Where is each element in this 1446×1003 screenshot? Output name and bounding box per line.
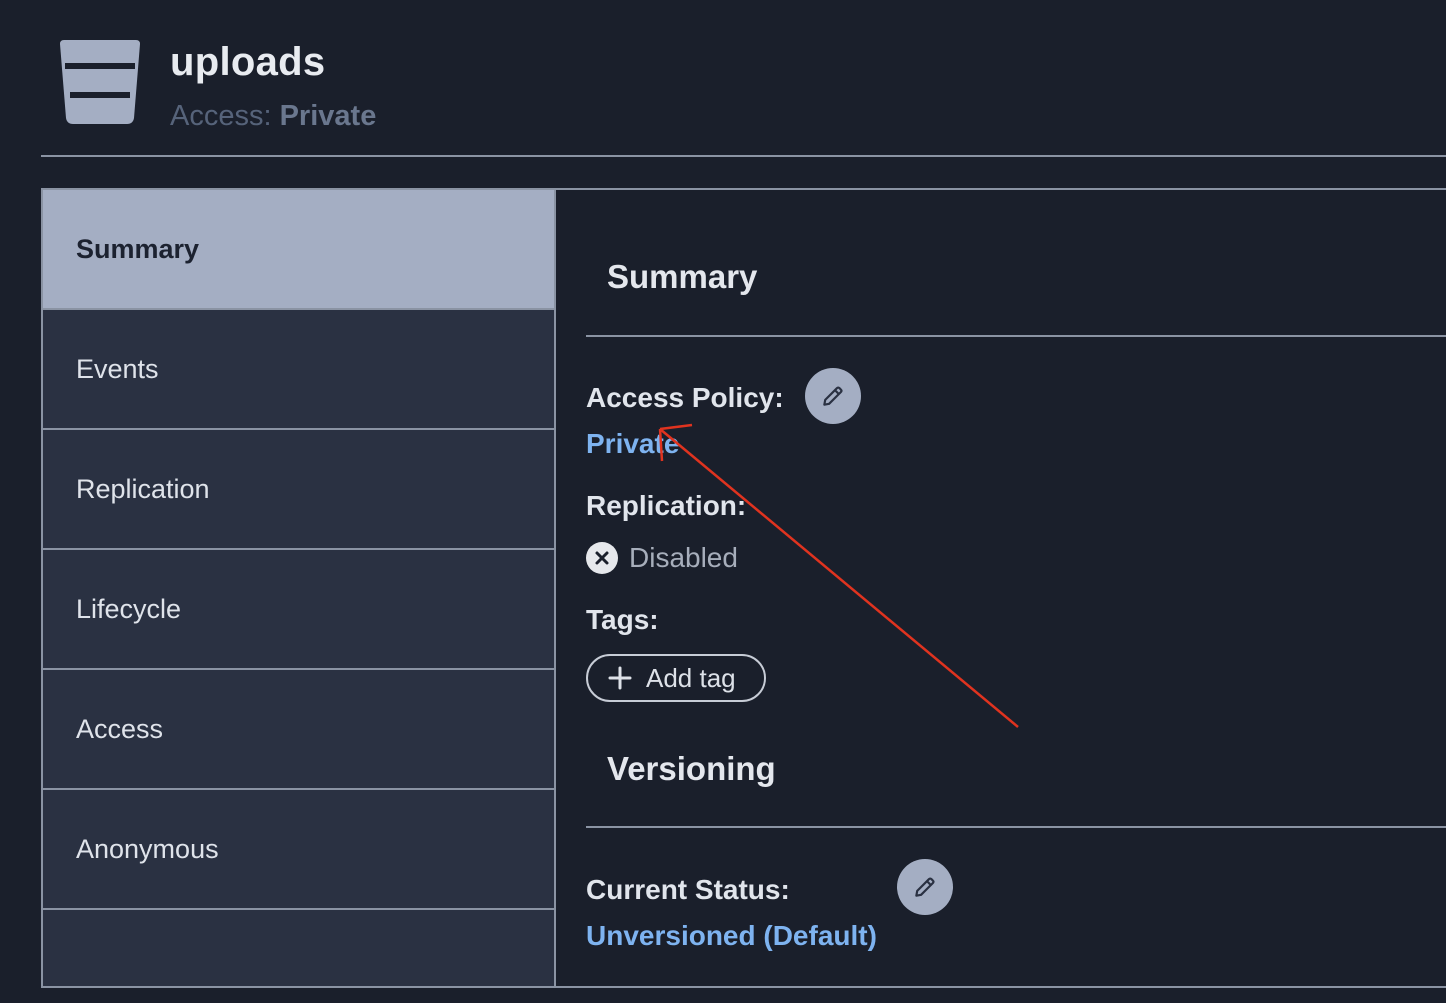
pencil-icon	[915, 877, 935, 897]
add-tag-button[interactable]: Add tag	[586, 654, 766, 702]
access-policy-link[interactable]: Private	[586, 428, 679, 460]
bucket-access-label: Access:	[170, 100, 280, 132]
sidebar-item-anonymous[interactable]: Anonymous	[43, 790, 554, 910]
versioning-divider	[586, 826, 1446, 828]
sidebar-item-lifecycle[interactable]: Lifecycle	[43, 550, 554, 670]
pencil-icon	[823, 386, 843, 406]
tags-label: Tags:	[586, 604, 659, 635]
sidebar-item-summary[interactable]: Summary	[43, 190, 554, 310]
sidebar-item-replication[interactable]: Replication	[43, 430, 554, 550]
bucket-icon	[60, 40, 140, 124]
bucket-details-panel: Summary Events Replication Lifecycle Acc…	[41, 188, 1446, 988]
plus-icon	[608, 666, 632, 690]
summary-content: Summary Access Policy: Private Replicati…	[556, 190, 1446, 986]
replication-status-text: Disabled	[629, 542, 738, 573]
sidebar-filler	[43, 910, 554, 986]
current-status-label: Current Status:	[586, 874, 790, 905]
add-tag-label: Add tag	[646, 662, 736, 693]
header-divider	[41, 155, 1446, 157]
summary-section-title: Summary	[607, 258, 758, 295]
versioning-status-link[interactable]: Unversioned (Default)	[586, 920, 877, 952]
access-policy-label: Access Policy:	[586, 382, 784, 413]
versioning-section-title: Versioning	[607, 750, 776, 787]
bucket-access-value: Private	[279, 100, 377, 132]
replication-status: Disabled	[586, 542, 738, 574]
edit-versioning-button[interactable]	[897, 859, 953, 915]
summary-divider	[586, 335, 1446, 337]
sidebar-item-access[interactable]: Access	[43, 670, 554, 790]
bucket-access-subtitle: Access: Private	[170, 100, 376, 133]
edit-access-policy-button[interactable]	[805, 368, 861, 424]
x-circle-icon	[586, 542, 618, 574]
sidebar-item-events[interactable]: Events	[43, 310, 554, 430]
bucket-header: uploads Access: Private	[0, 0, 1446, 158]
replication-label: Replication:	[586, 490, 747, 521]
bucket-name: uploads	[170, 40, 326, 84]
sidebar-nav: Summary Events Replication Lifecycle Acc…	[43, 190, 556, 986]
